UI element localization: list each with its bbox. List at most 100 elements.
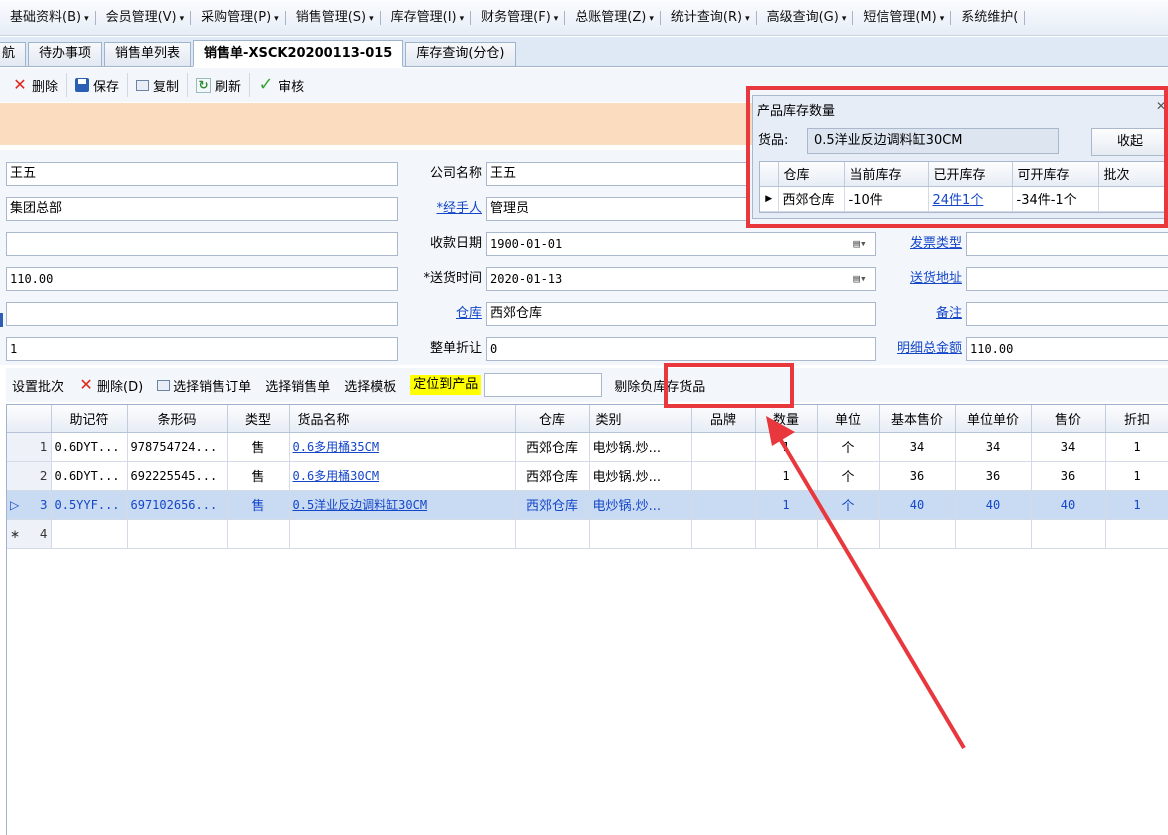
column-header[interactable]: 售价 xyxy=(1031,405,1106,433)
column-header[interactable]: 仓库 xyxy=(778,162,845,187)
menu-system[interactable]: 系统维护( xyxy=(951,0,1026,35)
left-field-6[interactable]: 1 xyxy=(6,337,398,361)
receipt-date-field[interactable]: 1900-01-01 ▤▾ xyxy=(486,232,876,256)
column-header[interactable]: 单位 xyxy=(817,405,880,433)
cell-warehouse[interactable]: 西郊仓库 xyxy=(515,461,590,491)
cell-unit[interactable]: 个 xyxy=(817,461,880,491)
cell-warehouse[interactable]: 西郊仓库 xyxy=(515,432,590,462)
select-template-button[interactable]: 选择模板 xyxy=(344,376,396,395)
cell-empty[interactable] xyxy=(289,519,516,549)
cell-name[interactable]: 0.5洋业反边调料缸30CM xyxy=(289,490,516,520)
cell-qty[interactable]: 1 xyxy=(755,432,818,462)
remark-field[interactable] xyxy=(966,302,1168,326)
column-header[interactable]: 类型 xyxy=(227,405,290,433)
new-row[interactable]: ∗ 4 xyxy=(7,519,1168,549)
table-row[interactable]: 1 0.6DYT... 978754724... 售 0.6多用桶35CM 西郊… xyxy=(7,432,1168,462)
cell-empty[interactable] xyxy=(691,519,756,549)
column-header[interactable]: 批次 xyxy=(1098,162,1168,187)
cell-empty[interactable] xyxy=(879,519,956,549)
approve-button[interactable]: ✓ 审核 xyxy=(250,73,312,97)
cell-base-price[interactable]: 36 xyxy=(879,461,956,491)
column-header[interactable]: 类别 xyxy=(589,405,692,433)
cell-price[interactable]: 34 xyxy=(1031,432,1106,462)
remark-label[interactable]: 备注 xyxy=(884,302,962,326)
cell-code[interactable]: 0.5YYF... xyxy=(51,490,128,520)
cell-unit[interactable]: 个 xyxy=(817,490,880,520)
cell-category[interactable]: 电炒锅.炒... xyxy=(589,490,692,520)
column-header[interactable]: 助记符 xyxy=(51,405,128,433)
column-header[interactable]: 已开库存 xyxy=(928,162,1013,187)
delivery-address-label[interactable]: 送货地址 xyxy=(884,267,962,291)
calendar-dropdown-icon[interactable]: ▤▾ xyxy=(847,270,873,288)
calendar-dropdown-icon[interactable]: ▤▾ xyxy=(847,235,873,253)
column-header[interactable]: 当前库存 xyxy=(844,162,929,187)
cell-empty[interactable] xyxy=(515,519,590,549)
select-sales-order-button[interactable]: 选择销售订单 xyxy=(157,376,251,395)
cell-opened-stock[interactable]: 24件1个 xyxy=(928,186,1013,212)
tab-navigation[interactable]: 航 xyxy=(0,42,27,66)
handler-label[interactable]: *经手人 xyxy=(412,197,482,221)
locate-product-input[interactable] xyxy=(484,373,603,397)
cell-type[interactable]: 售 xyxy=(227,432,290,462)
close-icon[interactable]: ✕ xyxy=(1156,99,1166,113)
table-row[interactable]: 2 0.6DYT... 692225545... 售 0.6多用桶30CM 西郊… xyxy=(7,461,1168,491)
cell-empty[interactable] xyxy=(1105,519,1168,549)
column-header[interactable]: 基本售价 xyxy=(879,405,956,433)
cell-empty[interactable] xyxy=(755,519,818,549)
cell-base-price[interactable]: 40 xyxy=(879,490,956,520)
detail-total-field[interactable]: 110.00 xyxy=(966,337,1168,361)
company-field[interactable]: 王五 xyxy=(486,162,748,186)
delete-button[interactable]: ✕ 删除 xyxy=(4,73,68,97)
cell-brand[interactable] xyxy=(691,490,756,520)
cell-barcode[interactable]: 697102656... xyxy=(127,490,228,520)
cell-category[interactable]: 电炒锅.炒... xyxy=(589,461,692,491)
cell-code[interactable]: 0.6DYT... xyxy=(51,461,128,491)
cell-brand[interactable] xyxy=(691,432,756,462)
menu-member[interactable]: 会员管理(V) ▾ xyxy=(96,0,192,35)
refresh-button[interactable]: ↻ 刷新 xyxy=(188,73,251,97)
menu-finance[interactable]: 财务管理(F) ▾ xyxy=(471,0,566,35)
stock-row[interactable]: ▶ 西郊仓库 -10件 24件1个 -34件-1个 xyxy=(760,186,1168,212)
menu-advanced-query[interactable]: 高级查询(G) ▾ xyxy=(757,0,854,35)
cell-unit-price[interactable]: 40 xyxy=(955,490,1032,520)
cell-empty[interactable] xyxy=(1031,519,1106,549)
column-header[interactable]: 数量 xyxy=(755,405,818,433)
cell-unit-price[interactable]: 34 xyxy=(955,432,1032,462)
cell-empty[interactable] xyxy=(589,519,692,549)
set-batch-button[interactable]: 设置批次 xyxy=(12,376,64,395)
cell-empty[interactable] xyxy=(817,519,880,549)
cell-type[interactable]: 售 xyxy=(227,461,290,491)
table-row-selected[interactable]: ▷ 3 0.5YYF... 697102656... 售 0.5洋业反边调料缸30… xyxy=(7,490,1168,520)
cell-unit-price[interactable]: 36 xyxy=(955,461,1032,491)
handler-field[interactable]: 管理员 xyxy=(486,197,748,221)
cell-unit[interactable]: 个 xyxy=(817,432,880,462)
tab-sales-order[interactable]: 销售单-XSCK20200113-015 xyxy=(193,40,404,67)
cell-empty[interactable] xyxy=(51,519,128,549)
cell-category[interactable]: 电炒锅.炒... xyxy=(589,432,692,462)
column-header[interactable]: 折扣 xyxy=(1105,405,1168,433)
cell-barcode[interactable]: 978754724... xyxy=(127,432,228,462)
invoice-type-field[interactable] xyxy=(966,232,1168,256)
cell-barcode[interactable]: 692225545... xyxy=(127,461,228,491)
detail-total-label[interactable]: 明细总金额 xyxy=(876,337,962,361)
product-link[interactable]: 0.6多用桶35CM xyxy=(293,440,380,454)
product-link[interactable]: 0.5洋业反边调料缸30CM xyxy=(293,498,428,512)
menu-basic-data[interactable]: 基础资料(B) ▾ xyxy=(0,0,96,35)
cell-discount[interactable]: 1 xyxy=(1105,490,1168,520)
menu-sms[interactable]: 短信管理(M) ▾ xyxy=(853,0,952,35)
warehouse-field[interactable]: 西郊仓库 xyxy=(486,302,876,326)
left-field-5[interactable] xyxy=(6,302,398,326)
discount-field[interactable]: 0 xyxy=(486,337,876,361)
tab-todo[interactable]: 待办事项 xyxy=(28,42,103,66)
delivery-time-field[interactable]: 2020-01-13 ▤▾ xyxy=(486,267,876,291)
invoice-type-label[interactable]: 发票类型 xyxy=(884,232,962,256)
cell-qty[interactable]: 1 xyxy=(755,490,818,520)
cell-empty[interactable] xyxy=(227,519,290,549)
product-link[interactable]: 0.6多用桶30CM xyxy=(293,469,380,483)
collapse-button[interactable]: 收起 xyxy=(1091,128,1168,156)
copy-button[interactable]: 复制 xyxy=(128,73,189,97)
column-header[interactable]: 仓库 xyxy=(515,405,590,433)
column-header[interactable]: 可开库存 xyxy=(1012,162,1099,187)
cell-empty[interactable] xyxy=(955,519,1032,549)
menu-sales[interactable]: 销售管理(S) ▾ xyxy=(286,0,381,35)
